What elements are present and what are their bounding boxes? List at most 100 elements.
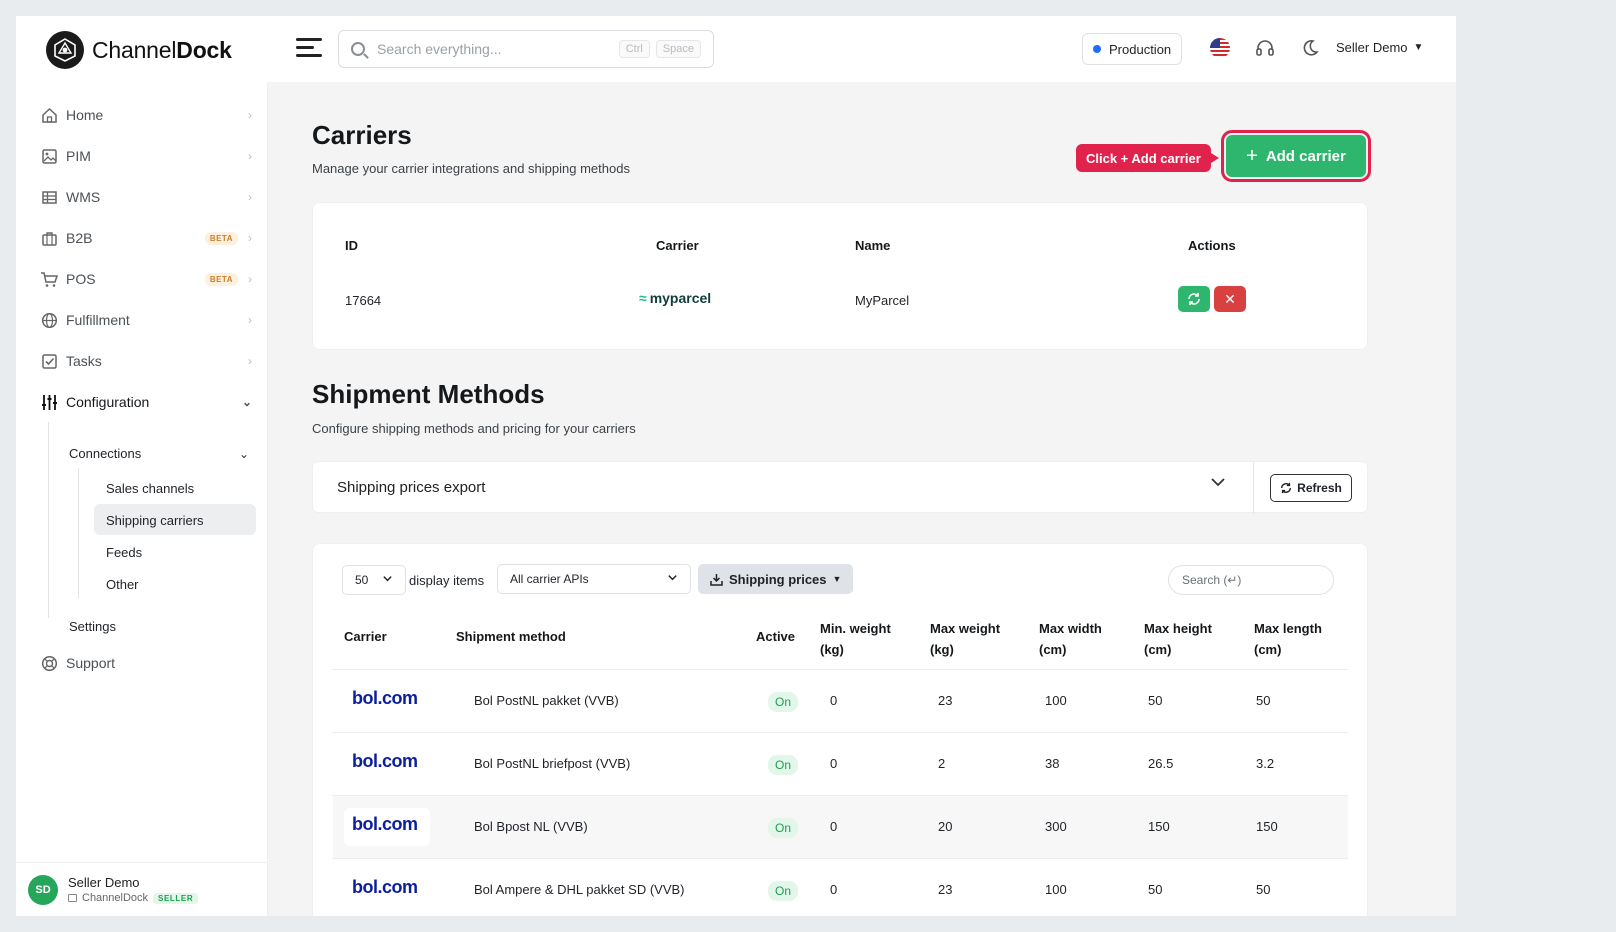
delete-carrier-button[interactable]: ✕ (1214, 286, 1246, 312)
table-search-input[interactable]: Search (↵) (1168, 565, 1334, 595)
sidebar-item-pos[interactable]: POS BETA › (40, 265, 252, 293)
sidebar-item-settings[interactable]: Settings (69, 619, 116, 634)
global-search-input[interactable]: Search everything... Ctrl Space (338, 30, 714, 68)
chevron-right-icon: › (248, 354, 252, 368)
min-weight-value: 0 (830, 819, 838, 834)
max-weight-value: 2 (938, 756, 946, 771)
bol-logo: bol.com (352, 877, 418, 897)
store-icon (68, 894, 77, 902)
page-subtitle: Manage your carrier integrations and shi… (312, 161, 630, 176)
min-weight-value: 0 (830, 756, 838, 771)
user-name: Seller Demo (1336, 40, 1408, 55)
table-icon (40, 188, 58, 206)
column-header-max-weight: Max weight (kg) (930, 621, 1001, 657)
column-header-active: Active (756, 629, 796, 644)
column-header-id: ID (345, 238, 358, 253)
column-header-max-width: Max width (cm) (1039, 621, 1102, 657)
max-weight-value: 20 (938, 819, 953, 834)
sidebar-item-home[interactable]: Home › (40, 101, 252, 129)
column-header-method: Shipment method (456, 629, 566, 644)
max-width-value: 300 (1045, 819, 1067, 834)
moon-icon[interactable] (1300, 38, 1322, 60)
sidebar-item-other[interactable]: Other (106, 577, 139, 592)
app-window: ChannelDock Search everything... Ctrl Sp… (16, 16, 1456, 916)
headset-icon[interactable] (1255, 38, 1277, 60)
chevron-right-icon: › (248, 272, 252, 286)
active-toggle[interactable]: On (768, 818, 799, 838)
beta-badge: BETA (204, 272, 238, 286)
active-toggle[interactable]: On (768, 692, 799, 712)
max-width-value: 38 (1045, 756, 1060, 771)
carrier-api-filter[interactable]: All carrier APIs (497, 564, 691, 594)
chevron-right-icon: › (248, 149, 252, 163)
chevron-down-icon (382, 573, 393, 587)
sidebar-item-pim[interactable]: PIM › (40, 142, 252, 170)
active-toggle[interactable]: On (768, 881, 799, 901)
sidebar-item-support[interactable]: Support (40, 649, 252, 677)
min-weight-value: 0 (830, 882, 838, 897)
environment-badge[interactable]: Production (1082, 33, 1183, 65)
chevron-down-icon[interactable] (1210, 474, 1226, 495)
shipping-prices-export-panel: Shipping prices export Refresh (312, 461, 1368, 514)
add-carrier-button[interactable]: + Add carrier (1221, 130, 1371, 182)
chevron-right-icon: › (248, 190, 252, 204)
shipping-prices-dropdown[interactable]: Shipping prices ▼ (698, 564, 854, 594)
menu-toggle-icon[interactable] (296, 38, 322, 60)
shipment-method-name: Bol PostNL briefpost (VVB) (474, 756, 631, 771)
max-width-value: 100 (1045, 882, 1067, 897)
max-weight-value: 23 (938, 882, 953, 897)
chevron-down-icon: ⌄ (241, 395, 252, 409)
max-height-value: 50 (1148, 882, 1163, 897)
sidebar-item-configuration[interactable]: Configuration ⌄ (40, 388, 252, 416)
max-width-value: 100 (1045, 693, 1067, 708)
globe-icon (40, 311, 58, 329)
page-size-select[interactable]: 50 (342, 565, 406, 595)
max-height-value: 150 (1148, 819, 1170, 834)
active-toggle[interactable]: On (768, 755, 799, 775)
refresh-button[interactable]: Refresh (1270, 474, 1352, 502)
max-length-value: 3.2 (1256, 756, 1275, 771)
column-header-name: Name (855, 238, 891, 253)
sidebar-item-wms[interactable]: WMS › (40, 183, 252, 211)
brand-name: ChannelDock (92, 36, 232, 63)
carrier-id: 17664 (345, 293, 382, 308)
myparcel-logo: ≈ myparcel (639, 290, 712, 306)
user-menu[interactable]: Seller Demo ▼ (1336, 40, 1423, 55)
export-label: Shipping prices export (337, 479, 486, 496)
channeldock-logo-icon (46, 31, 84, 69)
column-header-actions: Actions (1188, 238, 1236, 253)
sliders-icon (40, 393, 58, 411)
account-switcher[interactable]: SD Seller Demo ChannelDock SELLER (16, 862, 268, 916)
sidebar-item-tasks[interactable]: Tasks › (40, 347, 252, 375)
bol-logo: bol.com (352, 814, 418, 834)
max-height-value: 26.5 (1148, 756, 1174, 771)
sidebar-item-feeds[interactable]: Feeds (106, 545, 142, 560)
sidebar-item-sales-channels[interactable]: Sales channels (106, 481, 194, 496)
carrier-name: MyParcel (855, 293, 910, 308)
avatar: SD (28, 874, 58, 905)
sidebar-item-shipping-carriers[interactable]: Shipping carriers (106, 513, 204, 528)
shipment-method-name: Bol PostNL pakket (VVB) (474, 693, 619, 708)
search-placeholder: Search everything... (377, 41, 502, 57)
check-square-icon (40, 352, 58, 370)
lifebuoy-icon (40, 654, 58, 672)
bol-logo: bol.com (352, 688, 418, 708)
sidebar-item-connections[interactable]: Connections ⌄ (69, 446, 249, 461)
sidebar: Home › PIM › WMS › B2B BETA › POS BETA ›… (16, 82, 268, 916)
us-flag-icon[interactable] (1210, 38, 1230, 58)
search-icon (351, 42, 365, 56)
max-length-value: 150 (1256, 819, 1278, 834)
carriers-table: ID Carrier Name Actions 17664 ≈ myparcel… (312, 202, 1368, 350)
brand-logo[interactable]: ChannelDock (46, 31, 232, 69)
sidebar-item-b2b[interactable]: B2B BETA › (40, 224, 252, 252)
chevron-right-icon: › (248, 108, 252, 122)
refresh-carrier-button[interactable] (1178, 286, 1210, 312)
myparcel-mark-icon: ≈ (639, 290, 647, 306)
shipment-method-name: Bol Ampere & DHL pakket SD (VVB) (474, 882, 685, 897)
column-header-min-weight: Min. weight (kg) (820, 621, 891, 657)
sidebar-item-fulfillment[interactable]: Fulfillment › (40, 306, 252, 334)
column-header-carrier: Carrier (344, 629, 387, 644)
bol-logo: bol.com (352, 751, 418, 771)
close-icon: ✕ (1224, 290, 1236, 307)
account-org: ChannelDock (82, 892, 149, 904)
